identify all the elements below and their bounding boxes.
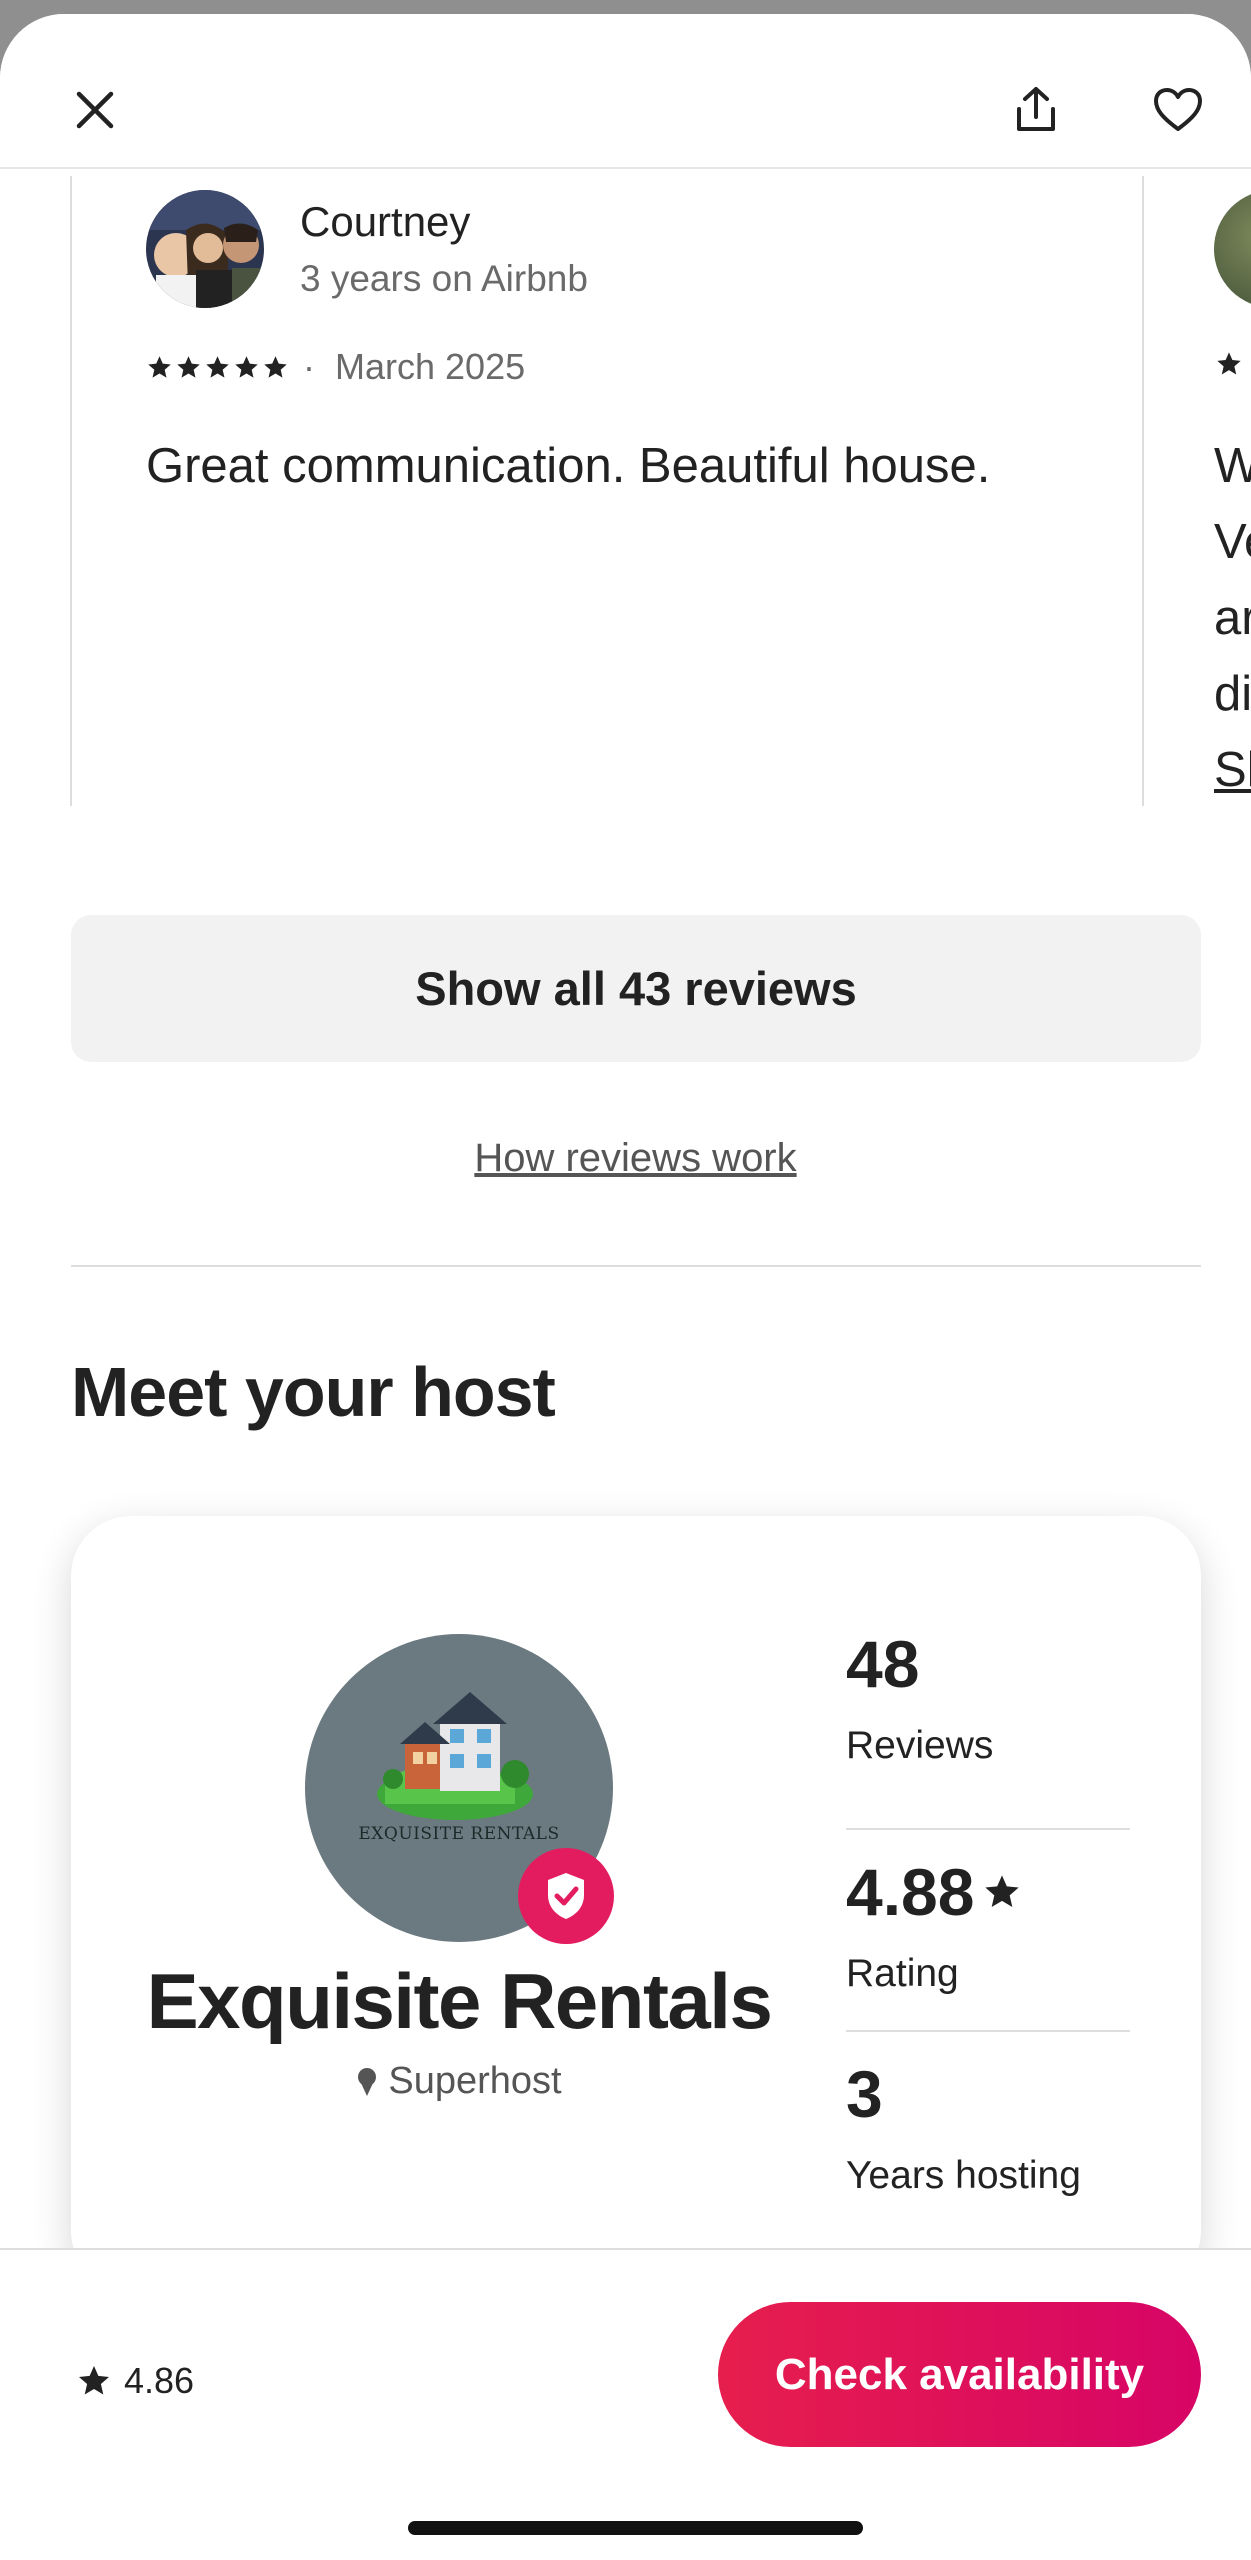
- listing-rating-value: 4.86: [124, 2360, 195, 2401]
- star-icon: [177, 355, 200, 378]
- how-reviews-work-link[interactable]: How reviews work: [0, 1136, 1251, 1181]
- host-stats: 48 Reviews 4.88 Rating 3 Years hosting: [846, 1626, 1130, 2232]
- stat-label: Years hosting: [846, 2154, 1081, 2197]
- stat-label: Rating: [846, 1952, 959, 1995]
- star-icon: [1217, 352, 1241, 375]
- listing-sheet: Courtney 3 years on Airbnb · March 2025 …: [0, 14, 1251, 2560]
- reviewer-avatar: [146, 190, 264, 308]
- shield-check-icon: [548, 1873, 584, 1919]
- stat-value: 3: [846, 2056, 883, 2132]
- host-stat-reviews: 48 Reviews: [846, 1626, 1130, 1828]
- show-all-reviews-button[interactable]: Show all 43 reviews: [71, 915, 1201, 1062]
- home-indicator[interactable]: [408, 2521, 863, 2535]
- star-icon: [206, 355, 229, 378]
- star-icon: [235, 355, 258, 378]
- next-reviewer-avatar: [1214, 190, 1251, 308]
- meta-separator: ·: [303, 346, 335, 387]
- review-text: Great communication. Beautiful house.: [146, 439, 991, 493]
- meet-your-host-heading: Meet your host: [71, 1353, 556, 1431]
- section-divider: [71, 1265, 1201, 1267]
- review-star-rating: [146, 354, 289, 381]
- share-button[interactable]: [996, 70, 1076, 150]
- heart-icon: [1154, 88, 1202, 131]
- star-icon: [79, 2366, 109, 2395]
- host-stat-rating: 4.88 Rating: [846, 1828, 1130, 2030]
- close-icon: [76, 91, 114, 129]
- next-review-card-peek[interactable]: W Ve ar di Sh: [1190, 176, 1251, 806]
- listing-rating: 4.86: [76, 2360, 194, 2402]
- rating-value: 4.88: [846, 1855, 975, 1929]
- years-hosting-value: 3: [846, 2057, 883, 2131]
- share-icon: [1017, 87, 1055, 131]
- next-review-text-line: W: [1214, 439, 1251, 493]
- stat-label: Reviews: [846, 1724, 994, 1767]
- close-button[interactable]: [55, 70, 135, 150]
- host-profile-card[interactable]: EXQUISITE RENTALS Exquisite Rentals Supe…: [71, 1516, 1201, 2291]
- verified-badge: [518, 1848, 614, 1944]
- review-card[interactable]: Courtney 3 years on Airbnb · March 2025 …: [70, 176, 1144, 806]
- next-review-text-line: Ve: [1214, 515, 1251, 569]
- review-date: March 2025: [335, 346, 526, 387]
- reviewer-name: Courtney: [300, 198, 471, 245]
- next-review-text-line: ar: [1214, 591, 1251, 645]
- top-bar: [0, 14, 1251, 169]
- reviews-count: 48: [846, 1627, 920, 1701]
- host-stat-years: 3 Years hosting: [846, 2030, 1130, 2232]
- reviewer-tenure: 3 years on Airbnb: [300, 258, 588, 299]
- superhost-label: Superhost: [388, 2060, 562, 2102]
- next-review-show-more-link[interactable]: Sh: [1214, 742, 1251, 798]
- superhost-medal-icon: [358, 2067, 377, 2096]
- stat-value: 48: [846, 1626, 919, 1702]
- star-icon: [148, 355, 171, 378]
- check-availability-button[interactable]: Check availability: [718, 2302, 1201, 2447]
- host-name: Exquisite Rentals: [146, 1957, 773, 2045]
- star-icon: [985, 1875, 1020, 1907]
- save-favorite-button[interactable]: [1138, 70, 1218, 150]
- star-icon: [264, 355, 287, 378]
- booking-bar: 4.86 Check availability: [0, 2248, 1251, 2560]
- superhost-badge: Superhost: [71, 2060, 847, 2103]
- next-review-text-line: di: [1214, 667, 1251, 721]
- host-logo-text: EXQUISITE RENTALS: [358, 1824, 560, 1844]
- stat-value: 4.88: [846, 1854, 1022, 1930]
- review-meta: · March 2025: [146, 346, 525, 388]
